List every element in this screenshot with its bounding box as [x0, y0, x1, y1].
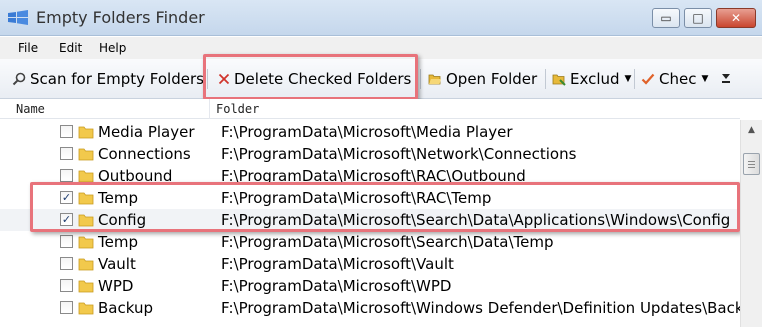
row-name: Vault	[98, 255, 136, 273]
delete-x-icon	[218, 73, 230, 85]
row-path: F:\ProgramData\Microsoft\Search\Data\Tem…	[221, 233, 554, 251]
grip-line	[748, 161, 755, 162]
scrollbar-thumb[interactable]	[743, 153, 760, 175]
menu-bar: File Edit Help	[0, 37, 762, 59]
row-name: Outbound	[98, 167, 173, 185]
toolbar: Scan for Empty Folders Delete Checked Fo…	[0, 59, 762, 99]
scan-button[interactable]: Scan for Empty Folders	[12, 67, 204, 91]
toolbar-overflow-button[interactable]	[721, 67, 731, 91]
column-divider[interactable]	[209, 99, 210, 119]
list-header: Name Folder	[0, 99, 740, 119]
row-path: F:\ProgramData\Microsoft\WPD	[221, 277, 452, 295]
folder-list: Media Player F:\ProgramData\Microsoft\Me…	[0, 120, 740, 327]
row-checkbox[interactable]	[60, 257, 73, 270]
exclude-label: Exclud	[570, 70, 620, 88]
vertical-scrollbar[interactable]: ▲	[740, 120, 762, 327]
folder-icon	[78, 236, 94, 249]
folder-icon	[78, 148, 94, 161]
toolbar-separator	[420, 69, 421, 89]
folder-icon	[78, 280, 94, 293]
toolbar-separator	[634, 69, 635, 89]
folder-icon	[78, 170, 94, 183]
maximize-icon: □	[692, 11, 704, 25]
row-name: Backup	[98, 299, 153, 317]
row-name: Config	[98, 211, 147, 229]
list-item[interactable]: Media Player F:\ProgramData\Microsoft\Me…	[0, 121, 740, 143]
delete-checked-button[interactable]: Delete Checked Folders	[218, 67, 411, 91]
app-logo-icon	[8, 10, 28, 25]
chevron-down-icon: ▼	[624, 74, 632, 84]
grip-line	[748, 167, 755, 168]
row-path: F:\ProgramData\Microsoft\RAC\Outbound	[221, 167, 526, 185]
list-item[interactable]: ✓ Config F:\ProgramData\Microsoft\Search…	[0, 209, 740, 231]
row-name: Temp	[98, 189, 138, 207]
row-path: F:\ProgramData\Microsoft\Vault	[221, 255, 454, 273]
exclude-dropdown-button[interactable]: Exclud ▼	[552, 67, 631, 91]
close-button[interactable]: ✕	[716, 8, 756, 28]
minimize-icon: ▭	[660, 11, 672, 25]
row-checkbox[interactable]	[60, 147, 73, 160]
open-folder-label: Open Folder	[446, 70, 538, 88]
check-dropdown-button[interactable]: Chec ▼	[641, 67, 708, 91]
minimize-button[interactable]: ▭	[652, 8, 680, 28]
column-header-folder[interactable]: Folder	[216, 102, 259, 116]
row-name: Temp	[98, 233, 138, 251]
row-checkbox[interactable]	[60, 125, 73, 138]
app-window: Empty Folders Finder ▭ □ ✕ File Edit Hel…	[0, 0, 762, 327]
checkmark-icon	[641, 73, 655, 85]
list-item[interactable]: WPD F:\ProgramData\Microsoft\WPD	[0, 275, 740, 297]
row-path: F:\ProgramData\Microsoft\Network\Connect…	[221, 145, 577, 163]
window-title: Empty Folders Finder	[36, 8, 205, 27]
row-name: Media Player	[98, 123, 195, 141]
chevron-down-icon: ▼	[701, 74, 709, 84]
scroll-up-arrow-icon[interactable]: ▲	[743, 122, 760, 139]
row-name: WPD	[98, 277, 134, 295]
toolbar-separator	[207, 69, 208, 89]
folder-icon	[78, 214, 94, 227]
folder-icon	[78, 192, 94, 205]
title-bar: Empty Folders Finder ▭ □ ✕	[0, 0, 762, 36]
row-path: F:\ProgramData\Microsoft\Search\Data\App…	[221, 211, 731, 229]
row-path: F:\ProgramData\Microsoft\Windows Defende…	[221, 299, 740, 317]
chevron-double-down-icon	[722, 74, 730, 83]
menu-file[interactable]: File	[18, 41, 38, 55]
column-header-name[interactable]: Name	[16, 102, 45, 116]
list-item[interactable]: ✓ Temp F:\ProgramData\Microsoft\RAC\Temp	[0, 187, 740, 209]
row-checkbox[interactable]	[60, 169, 73, 182]
exclude-folder-icon	[552, 74, 566, 86]
delete-checked-label: Delete Checked Folders	[234, 70, 412, 88]
scan-label: Scan for Empty Folders	[30, 70, 204, 88]
row-checkbox[interactable]	[60, 301, 73, 314]
folder-icon	[78, 302, 94, 315]
close-icon: ✕	[730, 11, 742, 25]
list-item[interactable]: Connections F:\ProgramData\Microsoft\Net…	[0, 143, 740, 165]
open-folder-icon	[428, 74, 441, 85]
list-item[interactable]: Backup F:\ProgramData\Microsoft\Windows …	[0, 297, 740, 319]
row-checkbox[interactable]	[60, 235, 73, 248]
folder-icon	[78, 126, 94, 139]
row-name: Connections	[98, 145, 191, 163]
check-label: Chec	[659, 70, 697, 88]
search-icon	[12, 72, 26, 86]
row-checkbox[interactable]: ✓	[60, 213, 73, 226]
folder-icon	[78, 258, 94, 271]
toolbar-separator	[545, 69, 546, 89]
list-item[interactable]: Outbound F:\ProgramData\Microsoft\RAC\Ou…	[0, 165, 740, 187]
list-item[interactable]: Temp F:\ProgramData\Microsoft\Search\Dat…	[0, 231, 740, 253]
row-path: F:\ProgramData\Microsoft\RAC\Temp	[221, 189, 492, 207]
menu-edit[interactable]: Edit	[59, 41, 82, 55]
maximize-button[interactable]: □	[684, 8, 712, 28]
grip-line	[748, 164, 755, 165]
row-checkbox[interactable]: ✓	[60, 191, 73, 204]
row-path: F:\ProgramData\Microsoft\Media Player	[221, 123, 513, 141]
list-item[interactable]: Vault F:\ProgramData\Microsoft\Vault	[0, 253, 740, 275]
menu-help[interactable]: Help	[99, 41, 126, 55]
open-folder-button[interactable]: Open Folder	[428, 67, 537, 91]
row-checkbox[interactable]	[60, 279, 73, 292]
